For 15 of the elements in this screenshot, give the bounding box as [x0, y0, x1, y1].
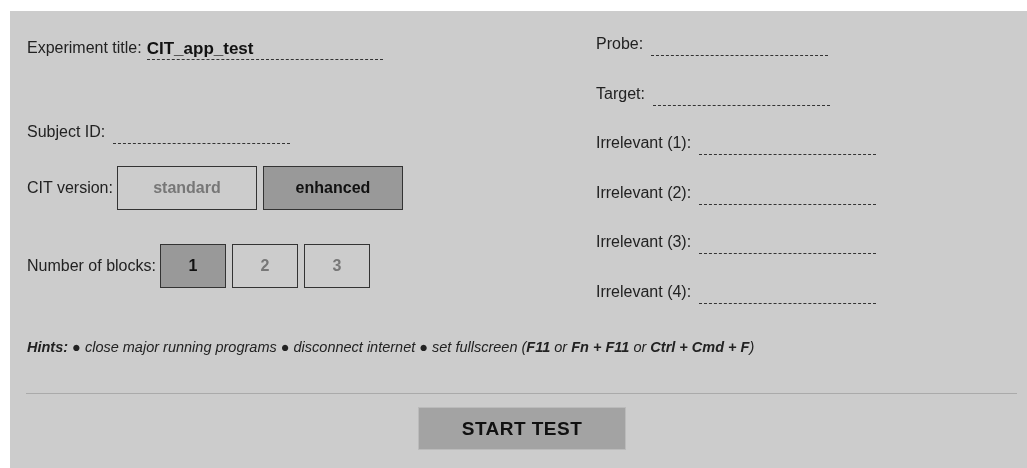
field-label: CIT version:: [27, 178, 113, 198]
version-button[interactable]: enhanced: [262, 166, 403, 210]
field-label: Irrelevant (2):: [596, 182, 692, 203]
field-label: Experiment title:: [27, 38, 142, 58]
field-label: Irrelevant (3):: [596, 232, 692, 252]
field-label: Target:: [596, 83, 645, 104]
block-count-button[interactable]: 1: [159, 244, 226, 288]
field-label: Number of blocks:: [27, 256, 156, 276]
field-label: Irrelevant (1):: [596, 133, 692, 153]
field-label: Subject ID:: [27, 122, 106, 142]
field-label: Probe:: [596, 34, 644, 54]
hints-text: Hints: ● close major running programs ● disconnect internet ● set fullscreen (F11 or Fn + F11 or Ctrl + Cmd + F): [27, 337, 756, 357]
field-label: Irrelevant (4):: [596, 281, 692, 302]
text-field[interactable]: CIT_app_test: [146, 38, 383, 60]
start-test-button[interactable]: START TEST: [418, 407, 626, 451]
